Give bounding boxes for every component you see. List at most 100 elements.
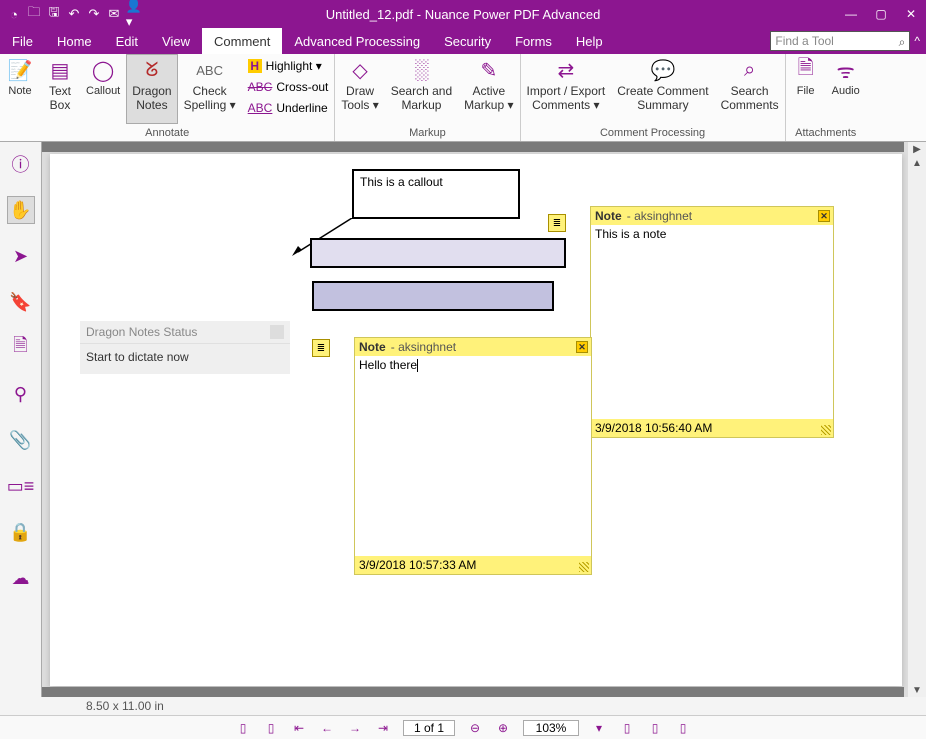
group-label-comment-processing: Comment Processing (521, 124, 785, 141)
note-timestamp: 3/9/2018 10:57:33 AM (359, 558, 476, 572)
quick-access-toolbar: ◔ 🗀 🖫 ↶ ↷ ✉ 👤▾ (0, 6, 148, 22)
menu-file[interactable]: File (0, 28, 45, 54)
zoom-out-button[interactable]: ⊖ (467, 720, 483, 736)
prev-page-button[interactable]: ← (319, 720, 335, 736)
last-page-button[interactable]: ⇥ (375, 720, 391, 736)
note-marker-2[interactable]: ≣ (312, 339, 330, 357)
nav-arrange-icon[interactable]: ▯ (235, 720, 251, 736)
underline-button[interactable]: ABCUnderline (248, 98, 329, 118)
cloud-panel-button[interactable]: ☁ (7, 564, 35, 592)
textbox-button[interactable]: ▤TextBox (40, 54, 80, 124)
window-controls: — ▢ ✕ (836, 0, 926, 28)
dragon-notes-button[interactable]: ᘜDragonNotes (126, 54, 177, 124)
create-comment-summary-button[interactable]: 💬Create CommentSummary (611, 54, 714, 124)
mail-icon[interactable]: ✉ (106, 6, 122, 22)
security-panel-button[interactable]: 🔒 (7, 518, 35, 546)
note-popup-1[interactable]: Note - aksinghnet ✕ This is a note 3/9/2… (590, 206, 834, 438)
select-tool-button[interactable]: ➤ (7, 242, 35, 270)
vertical-scrollbar[interactable]: ▶ ▲ ▼ (908, 142, 926, 697)
shape-rectangle-2[interactable] (312, 281, 554, 311)
minimize-button[interactable]: — (836, 0, 866, 28)
menu-help[interactable]: Help (564, 28, 615, 54)
zoom-dropdown-icon[interactable]: ▾ (591, 720, 607, 736)
view-mode2-icon[interactable]: ▯ (647, 720, 663, 736)
hand-tool-button[interactable]: ✋ (7, 196, 35, 224)
import-export-icon: ⇄ (552, 56, 580, 84)
find-tool-input[interactable]: Find a Tool ⌕ (770, 31, 910, 51)
canvas-area: This is a callout ≣ ≣ Note - aksinghnet … (42, 142, 926, 697)
close-button[interactable]: ✕ (896, 0, 926, 28)
save-icon[interactable]: 🖫 (46, 6, 62, 22)
group-label-attachments: Attachments (786, 124, 866, 141)
scroll-down-icon[interactable]: ▼ (909, 683, 925, 697)
search-markup-icon: ░ (407, 56, 435, 84)
next-page-button[interactable]: → (347, 720, 363, 736)
info-panel-button[interactable]: ⓘ (7, 150, 35, 178)
document-page[interactable]: This is a callout ≣ ≣ Note - aksinghnet … (50, 154, 902, 686)
menu-security[interactable]: Security (432, 28, 503, 54)
stamps-button[interactable]: ⚲ (7, 380, 35, 408)
group-label-annotate: Annotate (0, 124, 334, 141)
note-button[interactable]: 📝Note (0, 54, 40, 124)
bookmarks-button[interactable]: 🔖 (7, 288, 35, 316)
draw-tools-icon: ◇ (346, 56, 374, 84)
callout-box[interactable]: This is a callout (352, 169, 520, 219)
callout-icon: ◯ (89, 56, 117, 84)
draw-tools-button[interactable]: ◇DrawTools ▾ (335, 54, 384, 124)
view-mode1-icon[interactable]: ▯ (619, 720, 635, 736)
note-body[interactable]: This is a note (591, 225, 833, 419)
redo-icon[interactable]: ↷ (86, 6, 102, 22)
callout-button[interactable]: ◯Callout (80, 54, 126, 124)
highlight-button[interactable]: HHighlight ▾ (248, 56, 329, 76)
resize-grip[interactable] (579, 562, 589, 572)
check-spelling-button[interactable]: ABCCheckSpelling ▾ (178, 54, 242, 124)
view-mode3-icon[interactable]: ▯ (675, 720, 691, 736)
menu-home[interactable]: Home (45, 28, 104, 54)
ribbon-collapse-icon[interactable]: ^ (914, 34, 920, 48)
search-comments-icon: ⌕ (736, 56, 764, 84)
dragon-notes-status[interactable]: Dragon Notes Status Start to dictate now (80, 321, 290, 374)
search-markup-button[interactable]: ░Search andMarkup (385, 54, 458, 124)
note-close-button[interactable]: ✕ (818, 210, 830, 222)
note-marker-1[interactable]: ≣ (548, 214, 566, 232)
undo-icon[interactable]: ↶ (66, 6, 82, 22)
menu-comment[interactable]: Comment (202, 28, 282, 54)
user-icon[interactable]: 👤▾ (126, 6, 142, 22)
zoom-in-button[interactable]: ⊕ (495, 720, 511, 736)
note-popup-2[interactable]: Note - aksinghnet ✕ Hello there 3/9/2018… (354, 337, 592, 575)
menu-edit[interactable]: Edit (104, 28, 150, 54)
menu-bar: File Home Edit View Comment Advanced Pro… (0, 28, 926, 54)
menu-view[interactable]: View (150, 28, 202, 54)
attachments-panel-button[interactable]: 📎 (7, 426, 35, 454)
page-number-input[interactable] (403, 720, 455, 736)
dragon-notes-close-button[interactable] (270, 325, 284, 339)
active-markup-button[interactable]: ✎ActiveMarkup ▾ (458, 54, 519, 124)
attach-audio-button[interactable]: ᯤAudio (826, 54, 866, 124)
note-body[interactable]: Hello there (355, 356, 591, 556)
navigation-bar: ▯ ▯ ⇤ ← → ⇥ ⊖ ⊕ ▾ ▯ ▯ ▯ (0, 715, 926, 739)
note-header[interactable]: Note - aksinghnet ✕ (355, 338, 591, 356)
top-border (42, 142, 904, 152)
scroll-up-icon[interactable]: ▲ (909, 156, 925, 170)
dragon-notes-titlebar[interactable]: Dragon Notes Status (80, 321, 290, 343)
crossout-button[interactable]: ABCCross-out (248, 77, 329, 97)
import-export-comments-button[interactable]: ⇄Import / ExportComments ▾ (521, 54, 612, 124)
zoom-input[interactable] (523, 720, 579, 736)
menu-advanced-processing[interactable]: Advanced Processing (282, 28, 432, 54)
menu-forms[interactable]: Forms (503, 28, 564, 54)
form-controls-button[interactable]: ▭≡ (7, 472, 35, 500)
first-page-button[interactable]: ⇤ (291, 720, 307, 736)
shape-rectangle-1[interactable] (310, 238, 566, 268)
scroll-right-icon[interactable]: ▶ (909, 142, 925, 156)
open-icon[interactable]: 🗀 (26, 6, 42, 22)
maximize-button[interactable]: ▢ (866, 0, 896, 28)
attach-file-button[interactable]: 🗎File (786, 54, 826, 124)
ribbon-group-comment-processing: ⇄Import / ExportComments ▾ 💬Create Comme… (521, 54, 786, 141)
resize-grip[interactable] (821, 425, 831, 435)
search-comments-button[interactable]: ⌕SearchComments (715, 54, 785, 124)
note-header[interactable]: Note - aksinghnet ✕ (591, 207, 833, 225)
pages-panel-button[interactable]: 🗎 (7, 334, 35, 362)
nav-arrange2-icon[interactable]: ▯ (263, 720, 279, 736)
note-close-button[interactable]: ✕ (576, 341, 588, 353)
app-icon[interactable]: ◔ (6, 6, 22, 22)
